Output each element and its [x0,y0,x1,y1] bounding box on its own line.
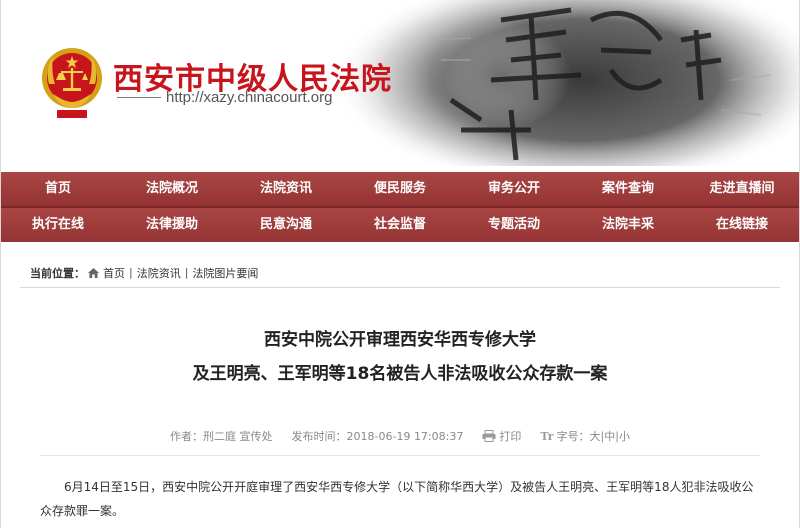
article-paragraph: 6月14日至15日，西安中院公开开庭审理了西安华西专修大学（以下简称华西大学）及… [40,480,754,518]
breadcrumb-separator: | [129,266,133,279]
nav-item-social-supervision[interactable]: 社会监督 [343,208,457,242]
home-icon [88,267,99,278]
nav-item-home[interactable]: 首页 [1,172,115,206]
article-publish-time: 发布时间：2018-06-19 17:08:37 [291,430,464,443]
nav-item-court-gallery[interactable]: 法院丰采 [571,208,685,242]
nav-row-1: 首页 法院概况 法院资讯 便民服务 审务公开 案件查询 走进直播间 [1,172,799,206]
article-title-line-2: 及王明亮、王军明等18名被告人非法吸收公众存款一案 [192,364,608,384]
nav-item-legal-aid[interactable]: 法律援助 [115,208,229,242]
nav-item-case-search[interactable]: 案件查询 [571,172,685,206]
nav-item-enforcement-online[interactable]: 执行在线 [1,208,115,242]
font-size-large-button[interactable]: 大 [590,430,601,443]
court-emblem-icon [42,48,102,118]
nav-item-court-news[interactable]: 法院资讯 [229,172,343,206]
article-meta: 作者：刑二庭 宣传处 发布时间：2018-06-19 17:08:37 打印 T… [0,428,800,444]
nav-row-2: 执行在线 法律援助 民意沟通 社会监督 专题活动 法院丰采 在线链接 [1,208,799,242]
breadcrumb-separator: | [184,266,189,279]
site-url: http://xazy.chinacourt.org [166,89,333,106]
nav-item-public-services[interactable]: 便民服务 [343,172,457,206]
banner-decorative-image [331,0,799,166]
breadcrumb-label: 当前位置： [30,266,85,280]
main-nav: 首页 法院概况 法院资讯 便民服务 审务公开 案件查询 走进直播间 执行在线 法… [1,172,799,242]
article-title-line-1: 西安中院公开审理西安华西专修大学 [264,330,536,350]
font-size-medium-button[interactable]: 中 [604,430,615,443]
url-decor-line [117,97,161,98]
breadcrumb-photo-news[interactable]: 法院图片要闻 [192,265,258,281]
article-author: 作者：刑二庭 宣传处 [170,430,273,443]
breadcrumb-court-news[interactable]: 法院资讯 [137,265,181,281]
nav-item-online-links[interactable]: 在线链接 [685,208,799,242]
nav-item-special-events[interactable]: 专题活动 [457,208,571,242]
font-size-icon: Tr [540,429,554,443]
nav-item-court-overview[interactable]: 法院概况 [115,172,229,206]
meta-divider [40,455,760,456]
breadcrumb: 当前位置： 首页 | 法院资讯 | 法院图片要闻 [20,258,780,288]
print-label: 打印 [499,430,522,443]
nav-item-trial-disclosure[interactable]: 审务公开 [457,172,571,206]
font-size-label: 字号： [556,430,590,443]
print-icon [482,430,496,442]
print-button[interactable]: 打印 [482,429,525,443]
font-size-small-button[interactable]: 小 [619,430,630,443]
nav-item-public-communication[interactable]: 民意沟通 [229,208,343,242]
site-header: 西安市中级人民法院 http://xazy.chinacourt.org [1,0,799,166]
breadcrumb-home[interactable]: 首页 [103,265,125,281]
nav-item-live-room[interactable]: 走进直播间 [685,172,799,206]
